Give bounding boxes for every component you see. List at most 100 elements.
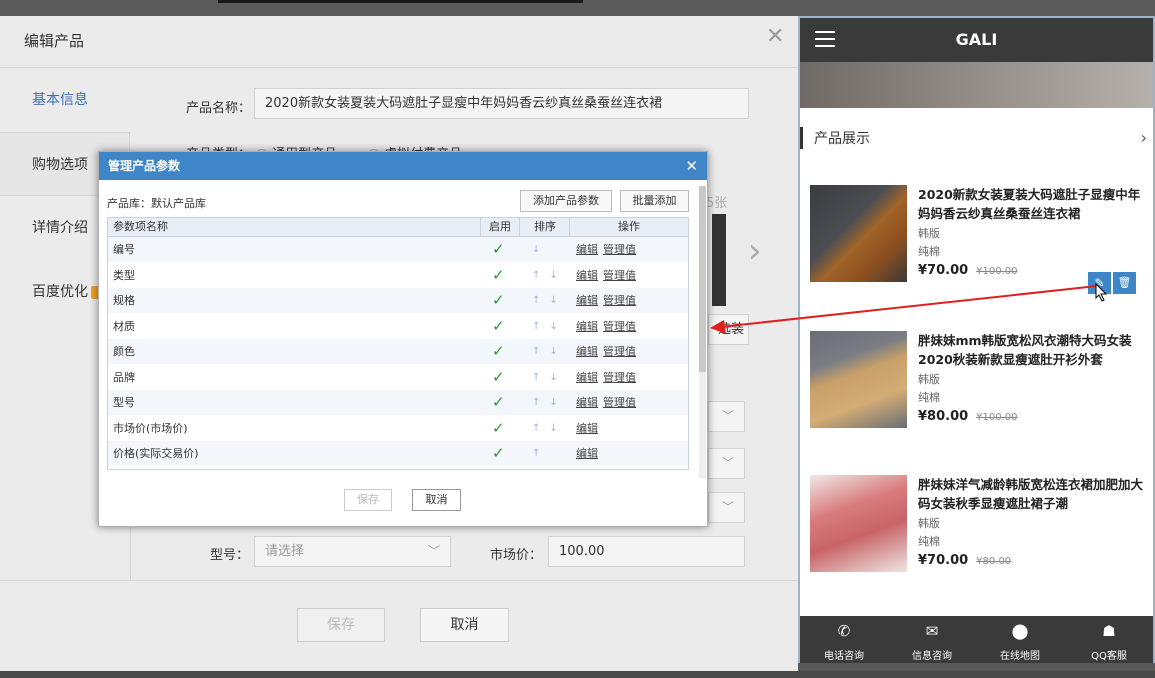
manage-values-link[interactable]: 管理值 (603, 320, 636, 333)
edit-link[interactable]: 编辑 (576, 294, 598, 307)
close-icon[interactable]: ✕ (766, 24, 784, 49)
save-button[interactable]: 保存 (297, 608, 385, 642)
footer-message[interactable]: ✉ 信息咨询 (888, 616, 976, 663)
edit-link[interactable]: 编辑 (576, 243, 598, 256)
sort-arrows-icon[interactable]: ↑ ↓ (532, 263, 561, 288)
footer-label: QQ客服 (1091, 651, 1127, 662)
model-label: 型号： (210, 548, 250, 563)
param-name: 价格(实际交易价) (113, 447, 199, 460)
enabled-check-icon[interactable]: ✓ (492, 339, 505, 364)
dialog-cancel-button[interactable]: 取消 (412, 489, 461, 511)
old-price: ¥100.00 (976, 266, 1018, 277)
select-field[interactable]: ﹀ (708, 448, 745, 479)
product-tag: 韩版 (918, 373, 940, 386)
market-price-input[interactable]: 100.00 (548, 536, 745, 567)
product-name-input[interactable]: 2020新款女装夏装大码遮肚子显瘦中年妈妈香云纱真丝桑蚕丝连衣裙 (254, 88, 749, 119)
sort-arrows-icon[interactable]: ↑ ↓ (532, 390, 561, 415)
price-value: ¥70.00 (918, 263, 969, 278)
nav-label: 百度优化 (32, 284, 88, 300)
model-select[interactable]: 请选择 ﹀ (254, 536, 451, 567)
old-price: ¥100.00 (976, 412, 1018, 423)
enabled-check-icon[interactable]: ✓ (492, 237, 505, 262)
enabled-check-icon[interactable]: ✓ (492, 288, 505, 313)
row-actions: 编辑 管理值 (576, 288, 641, 313)
enabled-check-icon[interactable]: ✓ (492, 390, 505, 415)
cancel-button[interactable]: 取消 (420, 608, 509, 642)
chevron-right-icon[interactable]: › (748, 234, 762, 268)
enabled-check-icon[interactable]: ✓ (492, 314, 505, 339)
sort-arrows-icon[interactable]: ↑ ↓ (532, 339, 561, 364)
product-tag: 韩版 (918, 517, 940, 530)
edit-link[interactable]: 编辑 (576, 422, 598, 435)
chevron-down-icon: ﹀ (427, 544, 440, 558)
batch-add-button[interactable]: 批量添加 (620, 190, 689, 212)
edit-link[interactable]: 编辑 (576, 269, 598, 282)
top-strip (0, 0, 1155, 16)
enabled-check-icon[interactable]: ✓ (492, 365, 505, 390)
edit-link[interactable]: 编辑 (576, 345, 598, 358)
section-title: 产品展示 (814, 131, 870, 147)
old-price: ¥80.00 (976, 556, 1012, 567)
table-row[interactable]: 规格 ✓ ↑ ↓ 编辑 管理值 (108, 288, 688, 313)
edit-link[interactable]: 编辑 (576, 371, 598, 384)
section-header[interactable]: 产品展示 › (800, 124, 1153, 152)
dialog-save-button[interactable]: 保存 (344, 489, 392, 511)
table-row[interactable]: 型号 ✓ ↑ ↓ 编辑 管理值 (108, 390, 688, 415)
footer-qq[interactable]: ☗ QQ客服 (1065, 616, 1153, 663)
col-divider (569, 218, 570, 237)
product-name: 胖妹妹洋气减龄韩版宽松连衣裙加肥加大码女装秋季显瘦遮肚裙子潮 (918, 477, 1144, 511)
param-name: 材质 (113, 319, 135, 333)
side-button[interactable]: 选装 (708, 314, 749, 345)
image-thumbnail (712, 214, 726, 306)
manage-values-link[interactable]: 管理值 (603, 371, 636, 384)
manage-values-link[interactable]: 管理值 (603, 345, 636, 358)
manage-values-link[interactable]: 管理值 (603, 396, 636, 409)
sort-arrows-icon[interactable]: ↑ ↓ (532, 314, 561, 339)
edit-pencil-icon[interactable]: ✎ (1088, 272, 1111, 294)
edit-link[interactable]: 编辑 (576, 396, 598, 409)
select-field[interactable]: ﹀ (708, 401, 745, 432)
edit-link[interactable]: 编辑 (576, 320, 598, 333)
table-row[interactable]: 品牌 ✓ ↑ ↓ 编辑 管理值 (108, 364, 688, 390)
enabled-check-icon[interactable]: ✓ (492, 263, 505, 288)
sort-arrows-icon[interactable]: ↑ (532, 441, 543, 466)
edit-link[interactable]: 编辑 (576, 447, 598, 460)
table-row[interactable]: 材质 ✓ ↑ ↓ 编辑 管理值 (108, 313, 688, 339)
scrollbar[interactable] (699, 186, 706, 478)
product-card[interactable]: 胖妹妹mm韩版宽松风衣潮特大码女装2020秋装新款显瘦遮肚开衫外套 韩版 纯棉 … (800, 331, 1153, 429)
footer-label: 信息咨询 (912, 651, 952, 662)
footer-phone[interactable]: ✆ 电话咨询 (800, 616, 888, 663)
trash-icon[interactable]: 🗑 (1113, 272, 1136, 294)
footer-map[interactable]: ⬤ 在线地图 (976, 616, 1064, 663)
sort-arrows-icon[interactable]: ↓ (532, 237, 543, 262)
table-row[interactable]: 类型 ✓ ↑ ↓ 编辑 管理值 (108, 262, 688, 288)
sort-arrows-icon[interactable]: ↑ ↓ (532, 288, 561, 313)
table-row[interactable]: 市场价(市场价) ✓ ↑ ↓ 编辑 (108, 415, 688, 441)
close-icon[interactable]: ✕ (685, 152, 698, 180)
product-card[interactable]: 胖妹妹洋气减龄韩版宽松连衣裙加肥加大码女装秋季显瘦遮肚裙子潮 韩版 纯棉 ¥70… (800, 475, 1153, 573)
product-image (810, 475, 907, 572)
nav-basic-info[interactable]: 基本信息 (0, 68, 130, 132)
table-row[interactable]: 颜色 ✓ ↑ ↓ 编辑 管理值 (108, 339, 688, 364)
sort-arrows-icon[interactable]: ↑ ↓ (532, 416, 561, 441)
product-card[interactable]: 2020新款女装夏装大码遮肚子显瘦中年妈妈香云纱真丝桑蚕丝连衣裙 韩版 纯棉 ¥… (800, 185, 1153, 283)
manage-values-link[interactable]: 管理值 (603, 294, 636, 307)
sort-arrows-icon[interactable]: ↑ ↓ (532, 365, 561, 390)
manage-values-link[interactable]: 管理值 (603, 269, 636, 282)
table-row[interactable]: 价格(实际交易价) ✓ ↑ 编辑 (108, 441, 688, 466)
select-field[interactable]: ﹀ (708, 492, 745, 523)
image-count: 5张 (706, 196, 728, 211)
enabled-check-icon[interactable]: ✓ (492, 416, 505, 441)
library-label: 产品库：默认产品库 (107, 197, 206, 210)
product-edit-toolbar: ✎ 🗑 (1088, 272, 1138, 294)
col-name: 参数项名称 (113, 220, 168, 233)
col-divider (480, 218, 481, 237)
param-name: 品牌 (113, 370, 135, 384)
enabled-check-icon[interactable]: ✓ (492, 441, 505, 466)
manage-values-link[interactable]: 管理值 (603, 243, 636, 256)
scrollbar-thumb[interactable] (699, 186, 706, 372)
table-row[interactable]: 编号 ✓ ↓ 编辑 管理值 (108, 237, 688, 262)
nav-label: 基本信息 (32, 92, 88, 108)
mobile-preview: GALI 产品展示 › 2020新款女装夏装大码遮肚子显瘦中年妈妈香云纱真丝桑蚕… (798, 16, 1155, 663)
add-param-button[interactable]: 添加产品参数 (520, 190, 612, 212)
